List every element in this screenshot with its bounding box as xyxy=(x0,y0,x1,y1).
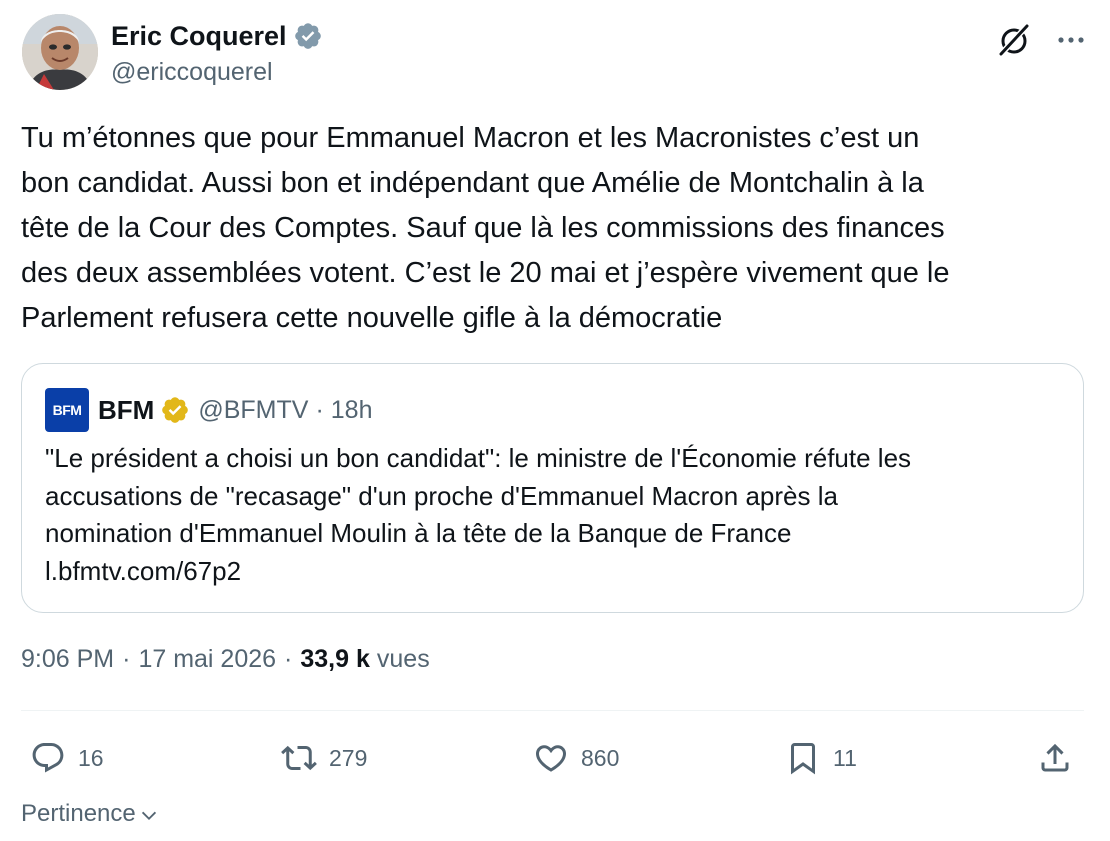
gold-verified-badge-icon[interactable] xyxy=(160,395,190,425)
author-name-row: Eric Coquerel xyxy=(111,18,323,54)
avatar-image xyxy=(22,14,98,90)
tweet-meta: 9:06 PM · 17 mai 2026 · 33,9 k vues xyxy=(21,645,430,674)
share-icon xyxy=(1041,743,1069,772)
bfm-logo-text: BFM xyxy=(52,402,82,418)
views-label: vues xyxy=(376,645,430,673)
header-actions xyxy=(996,22,1088,58)
quote-separator: · xyxy=(315,395,324,424)
grok-icon[interactable] xyxy=(996,22,1032,58)
verified-badge-icon[interactable] xyxy=(293,21,323,51)
bookmark-icon xyxy=(791,743,815,775)
more-icon[interactable] xyxy=(1054,23,1088,57)
bfm-logo[interactable]: BFM xyxy=(45,388,89,432)
action-bar: 16 279 860 11 xyxy=(21,733,1084,783)
reply-icon xyxy=(32,743,64,773)
sort-dropdown[interactable]: Pertinence xyxy=(21,800,160,828)
reply-count: 16 xyxy=(78,744,104,771)
quoted-tweet-time[interactable]: 18h xyxy=(331,396,373,425)
meta-separator: · xyxy=(122,645,131,673)
reply-button[interactable]: 16 xyxy=(30,733,104,783)
like-button[interactable]: 860 xyxy=(533,733,619,783)
tweet-text: Tu m’étonnes que pour Emmanuel Macron et… xyxy=(21,122,950,334)
retweet-button[interactable]: 279 xyxy=(281,733,367,783)
heart-icon xyxy=(535,745,567,772)
tweet-header: Eric Coquerel @ericcoquerel xyxy=(22,14,1088,94)
quoted-author-handle[interactable]: @BFMTV xyxy=(198,396,308,425)
divider xyxy=(21,710,1084,711)
tweet-date[interactable]: 17 mai 2026 xyxy=(138,645,276,674)
sort-label: Pertinence xyxy=(21,800,136,827)
quoted-tweet-card[interactable]: BFM BFM @BFMTV · 18h "Le président a cho… xyxy=(21,363,1084,613)
quoted-author-name[interactable]: BFM xyxy=(98,395,154,426)
retweet-icon xyxy=(281,745,317,771)
bookmark-count: 11 xyxy=(833,744,857,771)
share-button[interactable] xyxy=(1037,733,1073,783)
author-name[interactable]: Eric Coquerel xyxy=(111,21,287,52)
quoted-tweet-header: BFM BFM @BFMTV · 18h xyxy=(45,388,372,432)
retweet-count: 279 xyxy=(329,744,368,771)
chevron-down-icon xyxy=(141,811,156,821)
quoted-tweet-text: "Le président a choisi un bon candidat":… xyxy=(45,443,912,586)
author-handle[interactable]: @ericcoquerel xyxy=(111,58,273,87)
like-count: 860 xyxy=(581,744,620,771)
bookmark-button[interactable]: 11 xyxy=(785,733,857,783)
meta-separator: · xyxy=(284,645,293,673)
views-count: 33,9 k xyxy=(300,645,370,673)
tweet-time[interactable]: 9:06 PM xyxy=(21,645,114,674)
avatar[interactable] xyxy=(22,14,98,90)
